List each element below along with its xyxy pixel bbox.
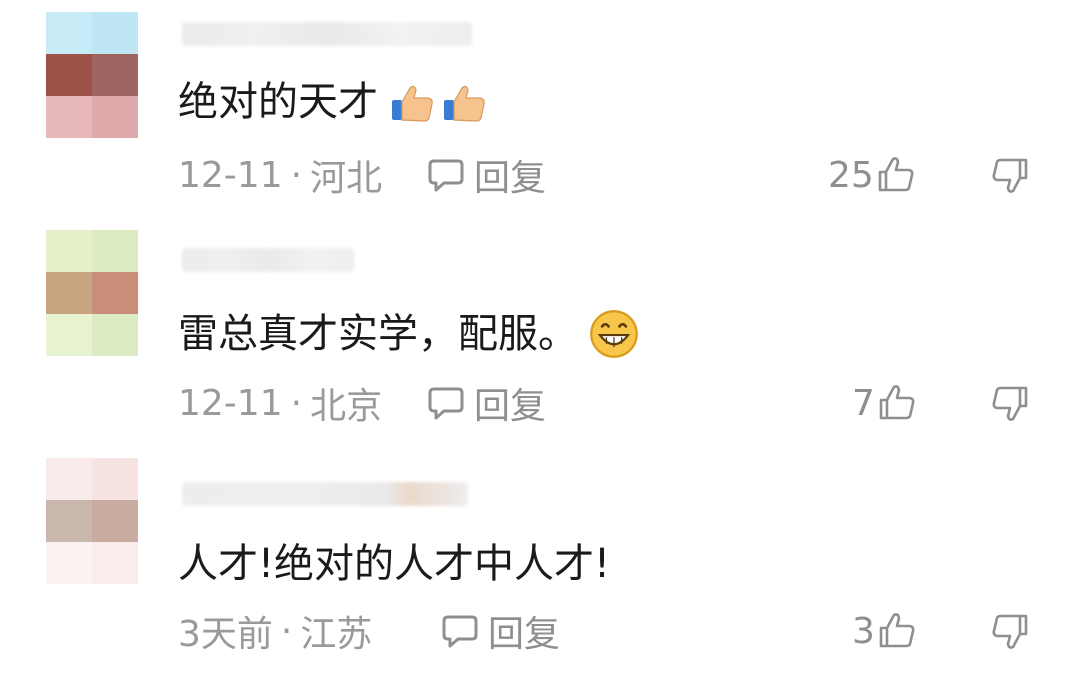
comment-text: 绝对的天才 (178, 76, 488, 128)
reply-bubble-icon (428, 159, 464, 192)
dislike-button[interactable] (990, 150, 1030, 200)
reply-button[interactable]: 回复 (426, 150, 546, 200)
comment-location: 河北 (310, 158, 383, 199)
username-blurred[interactable] (182, 22, 472, 46)
reply-label: 回复 (474, 386, 547, 427)
comment-location: 北京 (310, 386, 383, 427)
dislike-button[interactable] (990, 378, 1030, 428)
avatar[interactable] (46, 458, 138, 584)
comment-text: 雷总真才实学，配服。 (178, 308, 640, 360)
avatar-pixel (46, 458, 92, 500)
avatar-pixel (46, 272, 92, 314)
thumbs-up-outline-icon (878, 157, 914, 192)
dislike-button[interactable] (990, 606, 1030, 656)
comment-date: 12-11 (178, 382, 283, 424)
avatar-pixel (92, 12, 138, 54)
username-blurred[interactable] (182, 482, 468, 506)
comment-body: 绝对的天才 (178, 79, 378, 125)
avatar-pixel (46, 12, 92, 54)
comment-text: 人才!绝对的人才中人才! (178, 538, 610, 590)
avatar-pixel (46, 500, 92, 542)
avatar-pixel (92, 96, 138, 138)
thumbs-down-outline-icon (992, 158, 1028, 193)
thumbs-up-outline-icon (879, 385, 915, 420)
like-count: 7 (852, 382, 875, 424)
username-blurred[interactable] (182, 248, 354, 272)
thumbs-up-outline-icon (879, 613, 915, 648)
comment-body: 人才!绝对的人才中人才! (178, 541, 611, 587)
avatar-pixel (92, 542, 138, 584)
avatar-pixel (46, 230, 92, 272)
meta-separator: · (290, 382, 303, 424)
like-button[interactable]: 3 (852, 606, 917, 656)
reply-button[interactable]: 回复 (426, 378, 546, 428)
avatar-pixel (46, 54, 92, 96)
avatar-pixel (92, 230, 138, 272)
like-count: 3 (852, 610, 875, 652)
like-count: 25 (828, 154, 874, 196)
comment-item: 绝对的天才 12-11 · 河北 回复 25 (0, 0, 1080, 228)
reply-bubble-icon (442, 615, 478, 648)
grinning-face-icon (590, 310, 638, 358)
reply-button[interactable]: 回复 (440, 606, 560, 656)
comment-meta: 12-11 · 河北 (178, 150, 382, 200)
reply-label: 回复 (474, 158, 547, 199)
avatar-pixel (46, 542, 92, 584)
like-button[interactable]: 25 (828, 150, 916, 200)
avatar-pixel (92, 458, 138, 500)
comment-date: 12-11 (178, 154, 283, 196)
reply-label: 回复 (488, 614, 561, 655)
comment-item: 人才!绝对的人才中人才! 3天前 · 江苏 回复 3 (0, 456, 1080, 684)
avatar[interactable] (46, 230, 138, 356)
avatar[interactable] (46, 12, 138, 138)
avatar-pixel (92, 500, 138, 542)
thumbs-up-icon (444, 85, 485, 122)
thumbs-down-outline-icon (992, 386, 1028, 421)
meta-separator: · (280, 610, 293, 652)
comment-item: 雷总真才实学，配服。 12-11 · 北京 回复 7 (0, 228, 1080, 456)
avatar-pixel (46, 96, 92, 138)
comment-date: 3天前 (178, 614, 273, 655)
thumbs-up-icon (392, 85, 433, 122)
avatar-pixel (46, 314, 92, 356)
comment-body: 雷总真才实学，配服。 (178, 311, 578, 357)
comment-meta: 12-11 · 北京 (178, 378, 382, 428)
avatar-pixel (92, 272, 138, 314)
meta-separator: · (290, 154, 303, 196)
comment-location: 江苏 (300, 614, 373, 655)
reply-bubble-icon (428, 387, 464, 420)
avatar-pixel (92, 314, 138, 356)
comment-meta: 3天前 · 江苏 (178, 606, 372, 656)
like-button[interactable]: 7 (852, 378, 917, 428)
thumbs-down-outline-icon (992, 614, 1028, 649)
avatar-pixel (92, 54, 138, 96)
